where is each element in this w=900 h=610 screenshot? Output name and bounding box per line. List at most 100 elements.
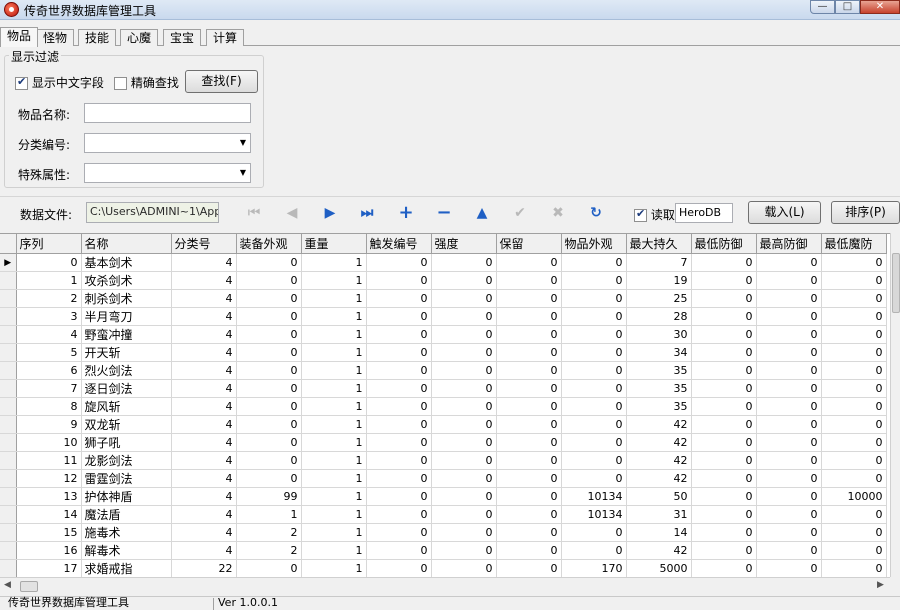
table-cell[interactable]: 0 <box>496 487 562 506</box>
table-cell[interactable]: 0 <box>496 361 562 380</box>
minimize-button[interactable]: — <box>810 0 835 14</box>
table-cell[interactable]: 0 <box>496 505 562 524</box>
table-cell[interactable]: 25 <box>626 289 692 308</box>
table-cell[interactable]: 0 <box>821 343 887 362</box>
table-cell[interactable]: 0 <box>561 361 627 380</box>
maximize-button[interactable]: □ <box>835 0 860 14</box>
table-cell[interactable]: 0 <box>431 289 497 308</box>
row-indicator[interactable] <box>0 271 17 290</box>
table-cell[interactable]: 1 <box>236 505 302 524</box>
table-cell[interactable]: 0 <box>561 325 627 344</box>
table-cell[interactable]: 0 <box>431 307 497 326</box>
exact-search-check-box[interactable] <box>114 77 127 90</box>
table-cell[interactable]: 4 <box>16 325 82 344</box>
table-cell[interactable]: 6 <box>16 361 82 380</box>
table-cell[interactable]: 0 <box>756 415 822 434</box>
table-cell[interactable]: 0 <box>431 397 497 416</box>
table-cell[interactable]: 0 <box>236 253 302 272</box>
table-cell[interactable]: 0 <box>821 325 887 344</box>
table-cell[interactable]: 0 <box>431 379 497 398</box>
table-cell[interactable]: 0 <box>236 451 302 470</box>
table-cell[interactable]: 烈火剑法 <box>81 361 172 380</box>
table-cell[interactable]: 0 <box>431 487 497 506</box>
table-cell[interactable]: 0 <box>561 415 627 434</box>
table-cell[interactable]: 0 <box>236 289 302 308</box>
table-cell[interactable]: 35 <box>626 361 692 380</box>
table-cell[interactable]: 0 <box>236 559 302 577</box>
table-row[interactable]: 7 逐日剑法 4 0 1 0 0 0 0 35 0 0 0 <box>0 379 887 398</box>
table-cell[interactable]: 3 <box>16 307 82 326</box>
table-cell[interactable]: 0 <box>366 397 432 416</box>
table-cell[interactable]: 护体神盾 <box>81 487 172 506</box>
table-cell[interactable]: 0 <box>756 271 822 290</box>
table-cell[interactable]: 0 <box>756 325 822 344</box>
table-cell[interactable]: 0 <box>496 523 562 542</box>
table-cell[interactable]: 15 <box>16 523 82 542</box>
table-cell[interactable]: 0 <box>756 505 822 524</box>
table-cell[interactable]: 7 <box>626 253 692 272</box>
table-cell[interactable]: 0 <box>821 505 887 524</box>
table-cell[interactable]: 0 <box>691 361 757 380</box>
database-input[interactable]: HeroDB <box>675 203 733 223</box>
table-cell[interactable]: 0 <box>366 487 432 506</box>
table-cell[interactable]: 4 <box>171 253 237 272</box>
table-cell[interactable]: 99 <box>236 487 302 506</box>
tab-items[interactable]: 物品 <box>0 27 39 47</box>
table-row[interactable]: 8 旋风斩 4 0 1 0 0 0 0 35 0 0 0 <box>0 397 887 416</box>
table-cell[interactable]: 0 <box>821 397 887 416</box>
table-cell[interactable]: 0 <box>236 307 302 326</box>
table-cell[interactable]: 0 <box>496 307 562 326</box>
table-cell[interactable]: 0 <box>236 415 302 434</box>
table-row[interactable]: 10 狮子吼 4 0 1 0 0 0 0 42 0 0 0 <box>0 433 887 452</box>
table-cell[interactable]: 0 <box>431 415 497 434</box>
table-cell[interactable]: 0 <box>561 307 627 326</box>
row-indicator[interactable] <box>0 487 17 506</box>
row-indicator[interactable] <box>0 361 17 380</box>
table-cell[interactable]: 基本剑术 <box>81 253 172 272</box>
table-cell[interactable]: 0 <box>691 343 757 362</box>
table-cell[interactable]: 施毒术 <box>81 523 172 542</box>
table-cell[interactable]: 0 <box>821 541 887 560</box>
table-cell[interactable]: 0 <box>691 523 757 542</box>
horizontal-scrollbar[interactable]: ◀ ▶ <box>0 577 890 593</box>
table-cell[interactable]: 4 <box>171 343 237 362</box>
table-cell[interactable]: 0 <box>496 253 562 272</box>
table-cell[interactable]: 28 <box>626 307 692 326</box>
table-cell[interactable]: 14 <box>16 505 82 524</box>
table-cell[interactable]: 13 <box>16 487 82 506</box>
table-row[interactable]: 15 施毒术 4 2 1 0 0 0 0 14 0 0 0 <box>0 523 887 542</box>
column-header[interactable]: 最大持久 <box>626 234 692 254</box>
table-cell[interactable]: 0 <box>366 451 432 470</box>
table-cell[interactable]: 0 <box>756 451 822 470</box>
table-cell[interactable]: 1 <box>301 253 367 272</box>
table-cell[interactable]: 双龙斩 <box>81 415 172 434</box>
table-cell[interactable]: 4 <box>171 505 237 524</box>
table-cell[interactable]: 0 <box>366 307 432 326</box>
table-cell[interactable]: 0 <box>496 451 562 470</box>
table-row[interactable]: 12 雷霆剑法 4 0 1 0 0 0 0 42 0 0 0 <box>0 469 887 488</box>
table-cell[interactable]: 4 <box>171 289 237 308</box>
table-cell[interactable]: 0 <box>756 361 822 380</box>
table-cell[interactable]: 1 <box>16 271 82 290</box>
table-cell[interactable]: 1 <box>301 361 367 380</box>
table-cell[interactable]: 龙影剑法 <box>81 451 172 470</box>
table-cell[interactable]: 0 <box>431 271 497 290</box>
table-cell[interactable]: 0 <box>496 541 562 560</box>
table-cell[interactable]: 0 <box>691 415 757 434</box>
table-row[interactable]: 1 攻杀剑术 4 0 1 0 0 0 0 19 0 0 0 <box>0 271 887 290</box>
table-cell[interactable]: 0 <box>431 361 497 380</box>
column-header[interactable]: 最高防御 <box>756 234 822 254</box>
scroll-right-icon[interactable]: ▶ <box>877 580 884 590</box>
table-cell[interactable]: 1 <box>301 307 367 326</box>
table-cell[interactable]: 1 <box>301 451 367 470</box>
table-cell[interactable]: 42 <box>626 433 692 452</box>
row-indicator[interactable] <box>0 379 17 398</box>
table-cell[interactable]: 12 <box>16 469 82 488</box>
tab-calculate[interactable]: 计算 <box>206 29 245 46</box>
table-cell[interactable]: 50 <box>626 487 692 506</box>
table-row[interactable]: 2 刺杀剑术 4 0 1 0 0 0 0 25 0 0 0 <box>0 289 887 308</box>
row-indicator[interactable] <box>0 289 17 308</box>
table-cell[interactable]: 0 <box>756 433 822 452</box>
table-cell[interactable]: 0 <box>236 361 302 380</box>
table-cell[interactable]: 0 <box>431 523 497 542</box>
